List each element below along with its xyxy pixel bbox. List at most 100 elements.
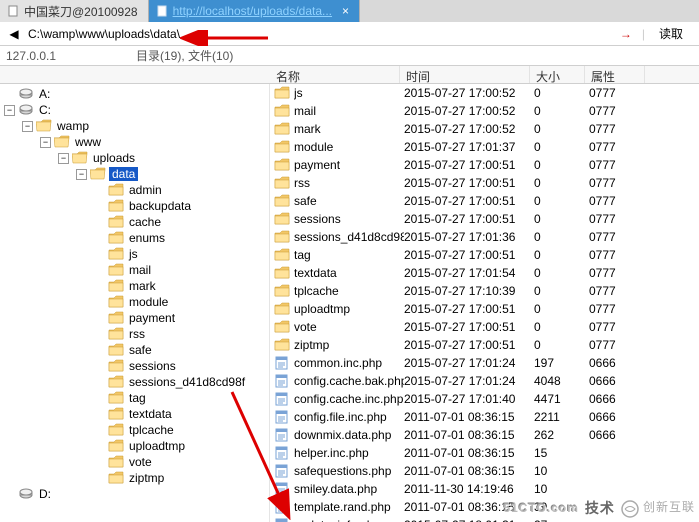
tree-toggle <box>94 297 105 308</box>
app-icon <box>6 4 20 18</box>
folder-icon <box>36 119 52 133</box>
file-row[interactable]: update_info.php2015-07-27 18:01:3127 <box>270 516 699 522</box>
file-name: config.cache.bak.php <box>294 374 404 388</box>
file-row[interactable]: textdata2015-07-27 17:01:5400777 <box>270 264 699 282</box>
file-row[interactable]: mark2015-07-27 17:00:5200777 <box>270 120 699 138</box>
file-time: 2015-07-27 17:00:51 <box>404 338 534 352</box>
file-row[interactable]: safequestions.php2011-07-01 08:36:1510 <box>270 462 699 480</box>
file-row[interactable]: js2015-07-27 17:00:5200777 <box>270 84 699 102</box>
go-button[interactable]: → <box>614 27 638 41</box>
folder-icon <box>108 407 124 421</box>
folder-icon <box>108 359 124 373</box>
file-row[interactable]: mail2015-07-27 17:00:5200777 <box>270 102 699 120</box>
file-row[interactable]: downmix.data.php2011-07-01 08:36:1526206… <box>270 426 699 444</box>
file-row[interactable]: template.rand.php2011-07-01 08:36:1539 <box>270 498 699 516</box>
file-row[interactable]: tplcache2015-07-27 17:10:3900777 <box>270 282 699 300</box>
tree-toggle[interactable]: − <box>40 137 51 148</box>
file-attr: 0777 <box>589 284 649 298</box>
file-row[interactable]: config.cache.inc.php2015-07-27 17:01:404… <box>270 390 699 408</box>
file-row[interactable]: payment2015-07-27 17:00:5100777 <box>270 156 699 174</box>
tree-node[interactable]: sessions_d41d8cd98f <box>0 374 269 390</box>
file-row[interactable]: module2015-07-27 17:01:3700777 <box>270 138 699 156</box>
tree-node[interactable]: mark <box>0 278 269 294</box>
col-time[interactable]: 时间 <box>400 66 530 83</box>
tab-2[interactable]: http://localhost/uploads/data... × <box>149 0 360 22</box>
tree-toggle <box>94 345 105 356</box>
path-input[interactable] <box>26 25 610 43</box>
folder-icon <box>108 199 124 213</box>
file-list[interactable]: js2015-07-27 17:00:5200777mail2015-07-27… <box>270 84 699 522</box>
file-attr: 0777 <box>589 176 649 190</box>
folder-icon <box>274 302 290 316</box>
tree-node[interactable]: tplcache <box>0 422 269 438</box>
tree-node[interactable]: enums <box>0 230 269 246</box>
tree-node[interactable]: − uploads <box>0 150 269 166</box>
back-button[interactable]: ◀ <box>6 27 22 41</box>
tab-1[interactable]: 中国菜刀@20100928 <box>0 0 149 22</box>
file-row[interactable]: ziptmp2015-07-27 17:00:5100777 <box>270 336 699 354</box>
file-row[interactable]: uploadtmp2015-07-27 17:00:5100777 <box>270 300 699 318</box>
tree-node[interactable]: tag <box>0 390 269 406</box>
tree-node[interactable]: uploadtmp <box>0 438 269 454</box>
tree-toggle[interactable]: − <box>4 105 15 116</box>
col-name[interactable]: 名称 <box>270 66 400 83</box>
tree-node[interactable]: admin <box>0 182 269 198</box>
folder-icon <box>108 295 124 309</box>
file-name: mail <box>294 104 404 118</box>
file-time: 2015-07-27 17:00:51 <box>404 176 534 190</box>
file-row[interactable]: smiley.data.php2011-11-30 14:19:4610 <box>270 480 699 498</box>
file-attr: 0777 <box>589 122 649 136</box>
file-icon <box>274 446 290 460</box>
col-size[interactable]: 大小 <box>530 66 585 83</box>
read-button[interactable]: 读取 <box>649 25 693 42</box>
tree-label: rss <box>127 327 147 341</box>
tree-node[interactable]: ziptmp <box>0 470 269 486</box>
tree-node[interactable]: sessions <box>0 358 269 374</box>
folder-tree[interactable]: A:−C:−wamp−www−uploads−dataadminbackupda… <box>0 84 270 522</box>
file-row[interactable]: vote2015-07-27 17:00:5100777 <box>270 318 699 336</box>
tree-label: sessions_d41d8cd98f <box>127 375 247 389</box>
file-size: 262 <box>534 428 589 442</box>
file-time: 2011-07-01 08:36:15 <box>404 428 534 442</box>
folder-icon <box>274 104 290 118</box>
tree-node[interactable]: textdata <box>0 406 269 422</box>
file-row[interactable]: config.file.inc.php2011-07-01 08:36:1522… <box>270 408 699 426</box>
tree-node[interactable]: payment <box>0 310 269 326</box>
tree-node[interactable]: backupdata <box>0 198 269 214</box>
tree-node[interactable]: mail <box>0 262 269 278</box>
tree-label: uploads <box>91 151 137 165</box>
file-row[interactable]: sessions_d41d8cd98f2015-07-27 17:01:3600… <box>270 228 699 246</box>
file-row[interactable]: sessions2015-07-27 17:00:5100777 <box>270 210 699 228</box>
tree-toggle[interactable]: − <box>76 169 87 180</box>
tree-label: tplcache <box>127 423 176 437</box>
tree-node[interactable]: safe <box>0 342 269 358</box>
drive-icon <box>18 87 34 101</box>
file-row[interactable]: tag2015-07-27 17:00:5100777 <box>270 246 699 264</box>
tree-node[interactable]: rss <box>0 326 269 342</box>
tree-node[interactable]: −www <box>0 134 269 150</box>
tree-node[interactable]: −C: <box>0 102 269 118</box>
tree-toggle[interactable]: − <box>22 121 33 132</box>
tree-label: mail <box>127 263 153 277</box>
tree-node[interactable]: −wamp <box>0 118 269 134</box>
tree-toggle[interactable]: − <box>58 153 69 164</box>
tree-node[interactable]: module <box>0 294 269 310</box>
tree-node[interactable]: A: <box>0 86 269 102</box>
file-time: 2015-07-27 17:01:24 <box>404 374 534 388</box>
tree-label: safe <box>127 343 154 357</box>
file-size: 0 <box>534 104 589 118</box>
file-row[interactable]: safe2015-07-27 17:00:5100777 <box>270 192 699 210</box>
tree-node[interactable]: −data <box>0 166 269 182</box>
file-time: 2015-07-27 17:00:52 <box>404 104 534 118</box>
col-attr[interactable]: 属性 <box>585 66 645 83</box>
file-row[interactable]: rss2015-07-27 17:00:5100777 <box>270 174 699 192</box>
tree-node[interactable]: cache <box>0 214 269 230</box>
close-icon[interactable]: × <box>342 4 349 18</box>
tree-node[interactable]: D: <box>0 486 269 502</box>
tree-node[interactable]: vote <box>0 454 269 470</box>
file-row[interactable]: config.cache.bak.php2015-07-27 17:01:244… <box>270 372 699 390</box>
file-row[interactable]: common.inc.php2015-07-27 17:01:241970666 <box>270 354 699 372</box>
tree-node[interactable]: js <box>0 246 269 262</box>
file-row[interactable]: helper.inc.php2011-07-01 08:36:1515 <box>270 444 699 462</box>
file-attr: 0777 <box>589 104 649 118</box>
